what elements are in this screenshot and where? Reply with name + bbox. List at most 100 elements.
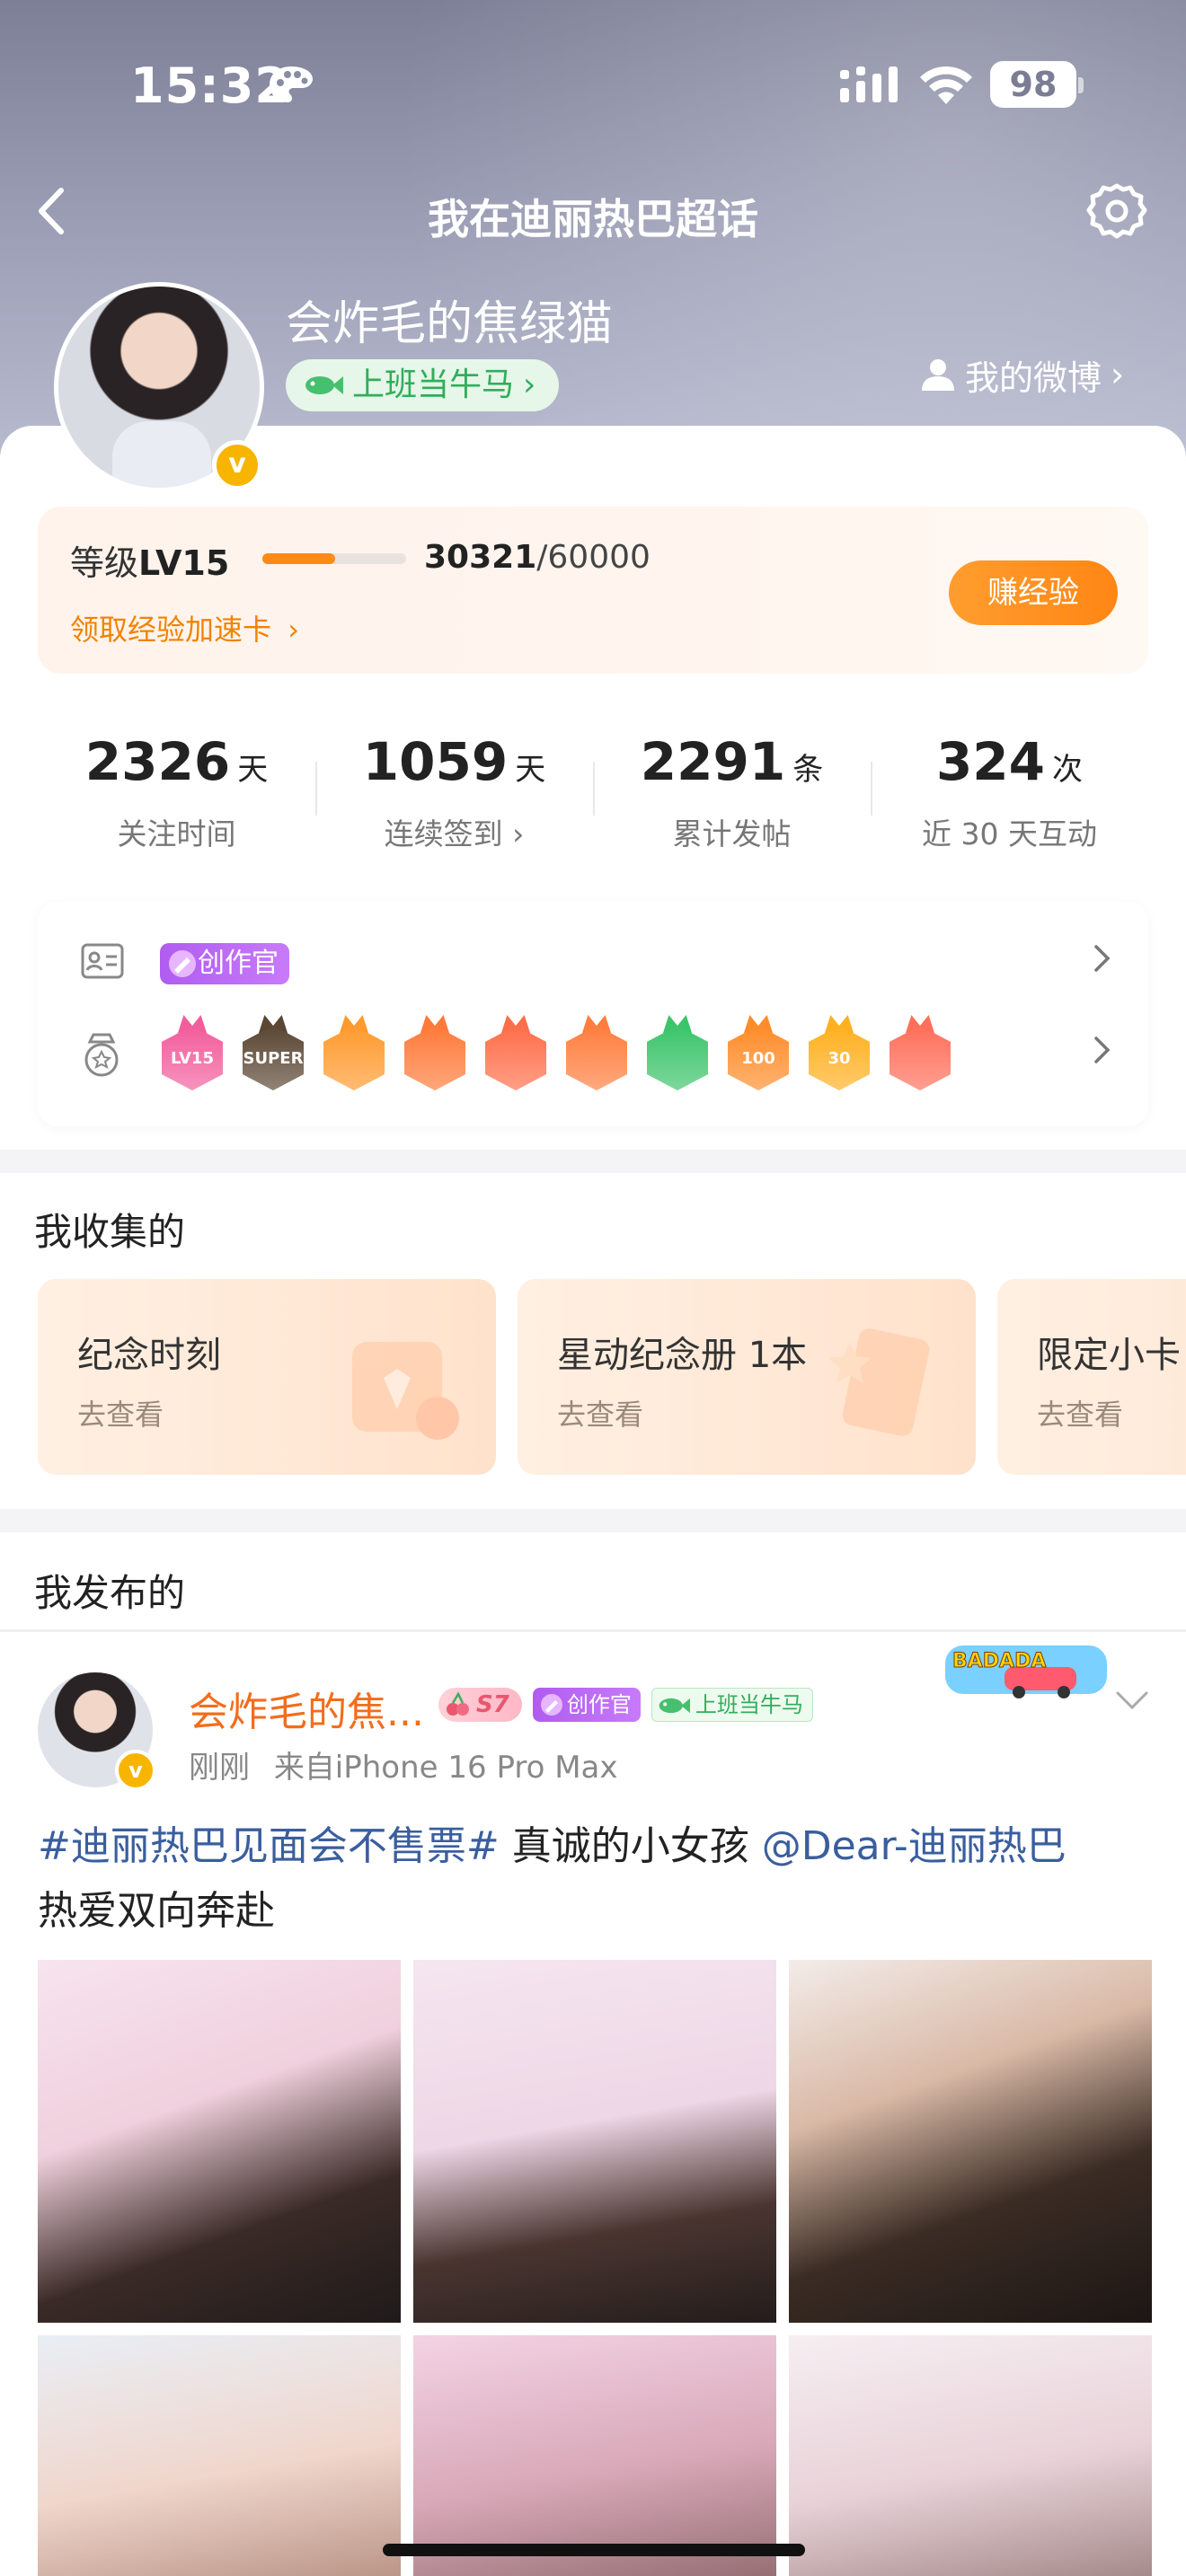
stat-unit: 次	[1052, 752, 1084, 788]
medal-text: SUPER	[243, 1049, 304, 1068]
collection-card-moments[interactable]: 纪念时刻 去查看	[38, 1279, 496, 1475]
stat-label: 累计发帖	[672, 816, 792, 851]
stat-value: 1059 天	[315, 731, 593, 792]
fish-icon	[305, 376, 343, 394]
badges-card: 创作官 LV15 SUPER 100 30	[38, 902, 1148, 1126]
palette-icon	[270, 66, 313, 102]
medal-shape	[404, 1026, 465, 1090]
album-star-icon	[828, 1328, 930, 1436]
posts-title: 我发布的	[34, 1571, 186, 1615]
post-topic-link[interactable]: #迪丽热巴见面会不售票#	[38, 1823, 500, 1869]
home-indicator	[383, 2544, 805, 2556]
medal-text: LV15	[171, 1049, 214, 1068]
s7-badge[interactable]: S7	[438, 1688, 522, 1722]
medal-badge[interactable]	[643, 1015, 712, 1092]
stat-number: 1059	[362, 731, 509, 792]
exp-card-link[interactable]: 领取经验加速卡 ›	[70, 607, 299, 648]
collection-card-title: 纪念时刻	[77, 1335, 221, 1376]
stat-label: 连续签到 ›	[384, 816, 525, 851]
collection-card-link: 去查看	[1037, 1398, 1124, 1432]
work-tag-badge[interactable]: 上班当牛马	[651, 1688, 813, 1722]
s7-badge-label: S7	[476, 1691, 509, 1718]
battery-indicator: 98	[990, 61, 1076, 108]
creator-badge-label: 创作官	[198, 948, 279, 979]
post-photo[interactable]	[789, 2335, 1152, 2576]
profile-tag-pill[interactable]: 上班当牛马 ›	[286, 359, 560, 411]
my-weibo-label: 我的微博	[965, 357, 1102, 398]
stat-total-posts: 2291 条 累计发帖	[593, 699, 871, 878]
post-text-mid: 真诚的小女孩	[499, 1823, 762, 1869]
chevron-right-icon: ›	[523, 366, 536, 403]
level-progress-text: 30321/60000	[424, 539, 651, 576]
level-current-exp: 30321	[424, 539, 537, 576]
post-mention-link[interactable]: @Dear-迪丽热巴	[762, 1823, 1067, 1869]
post-meta: 刚刚 来自iPhone 16 Pro Max	[189, 1742, 618, 1786]
status-time: 15:32	[130, 57, 289, 114]
collection-card-link: 去查看	[557, 1398, 644, 1432]
level-card: 等级LV15 30321/60000 领取经验加速卡 › 赚经验	[38, 507, 1148, 674]
level-prefix: 等级	[70, 543, 139, 583]
stat-label: 关注时间	[117, 816, 236, 851]
medal-badge[interactable]: SUPER	[239, 1015, 307, 1092]
chevron-right-icon: ›	[288, 613, 299, 647]
post-photo[interactable]	[413, 2335, 776, 2576]
earn-exp-button[interactable]: 赚经验	[949, 560, 1118, 625]
post-author-badges: S7 创作官 上班当牛马	[438, 1685, 813, 1725]
stat-label: 近 30 天互动	[922, 816, 1097, 851]
post-photo[interactable]	[413, 1960, 776, 2323]
section-divider	[0, 1150, 1186, 1173]
exp-card-label: 领取经验加速卡	[70, 613, 272, 647]
pen-hand-icon	[169, 950, 196, 977]
medal-shape	[647, 1026, 708, 1090]
medal-badge[interactable]	[320, 1015, 388, 1092]
work-tag-label: 上班当牛马	[695, 1692, 803, 1717]
gear-icon[interactable]	[1084, 178, 1150, 244]
collection-card-limited[interactable]: 限定小卡 去查看	[997, 1279, 1186, 1475]
wifi-icon	[920, 66, 972, 104]
creator-badge[interactable]: 创作官	[532, 1688, 641, 1722]
medal-shape	[323, 1026, 385, 1090]
post-body: #迪丽热巴见面会不售票# 真诚的小女孩 @Dear-迪丽热巴 热爱双向奔赴	[38, 1814, 1152, 1944]
medal-badge[interactable]: 100	[724, 1015, 792, 1092]
cellular-signal-icon	[840, 66, 898, 102]
collection-card-album[interactable]: 星动纪念册 1本 去查看	[518, 1279, 976, 1475]
verified-badge-icon: v	[115, 1750, 156, 1791]
medal-badge[interactable]	[562, 1015, 631, 1092]
pen-hand-icon	[540, 1694, 562, 1716]
verified-badge-icon: v	[212, 440, 262, 490]
post-photo[interactable]	[38, 2335, 401, 2576]
level-total-exp: /60000	[536, 539, 651, 576]
collection-card-link: 去查看	[77, 1398, 164, 1432]
collections-row: 纪念时刻 去查看 星动纪念册 1本 去查看 限定小卡 去查看	[38, 1279, 1186, 1477]
post-author-name[interactable]: 会炸毛的焦...	[189, 1680, 424, 1737]
avatar-figure	[112, 421, 211, 488]
badada-sticker-icon: BADADA	[945, 1645, 1107, 1698]
medal-text: 100	[741, 1049, 775, 1068]
medal-shape	[485, 1026, 546, 1090]
medal-shape	[890, 1026, 951, 1090]
chevron-right-icon: ›	[1111, 355, 1125, 394]
medal-badge[interactable]	[482, 1015, 550, 1092]
post-photo[interactable]	[789, 1960, 1152, 2323]
chevron-right-icon[interactable]	[1093, 943, 1112, 974]
medal-badge[interactable]	[401, 1015, 469, 1092]
my-weibo-link[interactable]: 我的微博 ›	[920, 352, 1125, 398]
medal-shape	[566, 1026, 627, 1090]
stat-number: 2291	[640, 731, 786, 792]
creator-badge[interactable]: 创作官	[160, 943, 289, 984]
status-bar: 15:32 98	[0, 54, 1186, 117]
chevron-right-icon[interactable]	[1093, 1035, 1112, 1065]
post-photo[interactable]	[38, 1960, 401, 2323]
id-card-icon	[81, 943, 124, 979]
post-text-end: 热爱双向奔赴	[38, 1888, 275, 1934]
medal-badge[interactable]	[886, 1015, 954, 1092]
medal-badge[interactable]: LV15	[158, 1015, 226, 1092]
post-source: 来自iPhone 16 Pro Max	[273, 1750, 618, 1786]
medal-badge[interactable]: 30	[805, 1015, 873, 1092]
stat-checkin-days[interactable]: 1059 天 连续签到 ›	[315, 699, 593, 878]
stat-value: 2326 天	[38, 731, 315, 792]
medals-row[interactable]: LV15 SUPER 100 30	[158, 1015, 1030, 1101]
medal-text: 30	[828, 1049, 851, 1068]
chevron-down-icon[interactable]	[1114, 1689, 1150, 1712]
level-progress-fill	[262, 553, 335, 564]
